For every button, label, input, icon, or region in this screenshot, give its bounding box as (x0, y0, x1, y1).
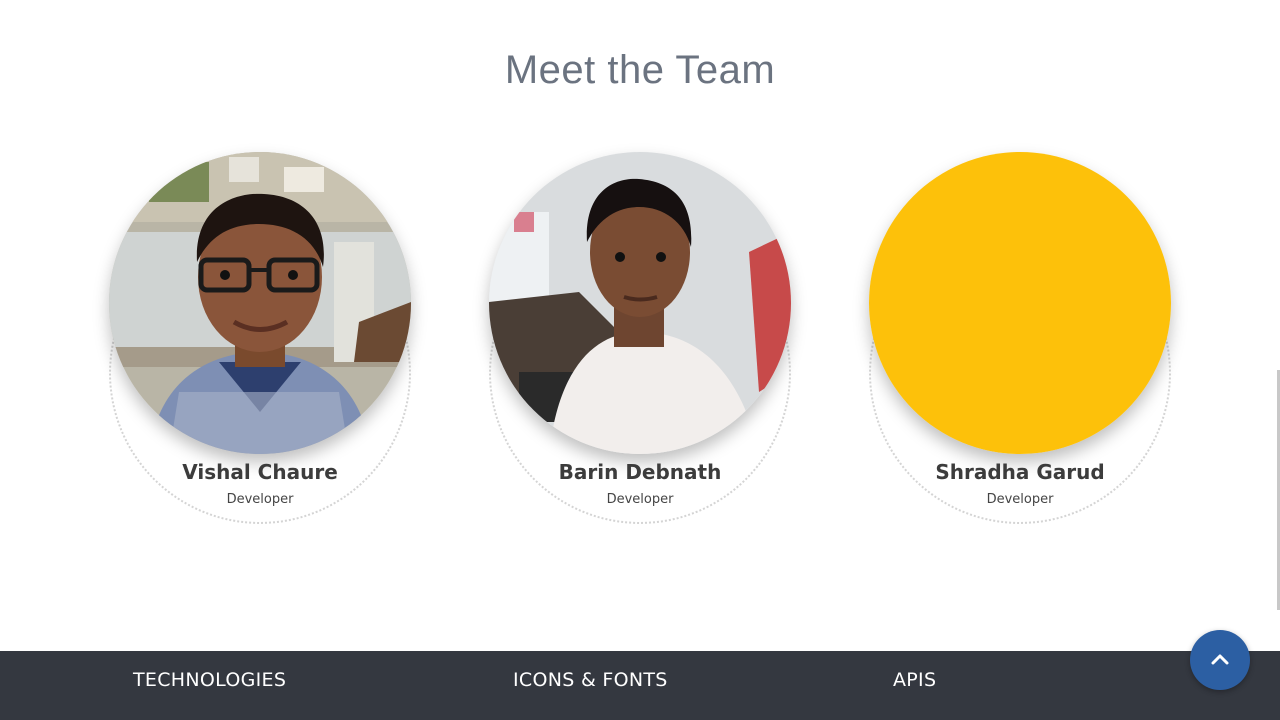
team-member-card: Shradha Garud Developer (869, 152, 1171, 524)
member-photo (109, 152, 411, 454)
footer-heading-technologies: TECHNOLOGIES (133, 669, 287, 691)
footer-heading-icons-fonts: ICONS & FONTS (513, 669, 668, 691)
member-role: Developer (986, 492, 1054, 507)
member-photo (489, 152, 791, 454)
scroll-to-top-button[interactable] (1190, 630, 1250, 690)
section-title: Meet the Team (504, 48, 776, 92)
member-name: Shradha Garud (935, 460, 1105, 484)
member-photo-placeholder (869, 152, 1171, 454)
footer: TECHNOLOGIES ICONS & FONTS APIS (0, 651, 1280, 720)
page: Meet the Team Vishal Chaure Developer Ba… (0, 0, 1280, 720)
team-member-card: Vishal Chaure Developer (109, 152, 411, 524)
member-role: Developer (226, 492, 294, 507)
footer-heading-apis: APIS (893, 669, 937, 691)
member-name: Barin Debnath (558, 460, 722, 484)
team-member-card: Barin Debnath Developer (489, 152, 791, 524)
member-name: Vishal Chaure (182, 460, 338, 484)
member-role: Developer (606, 492, 674, 507)
chevron-up-icon (1211, 654, 1229, 665)
